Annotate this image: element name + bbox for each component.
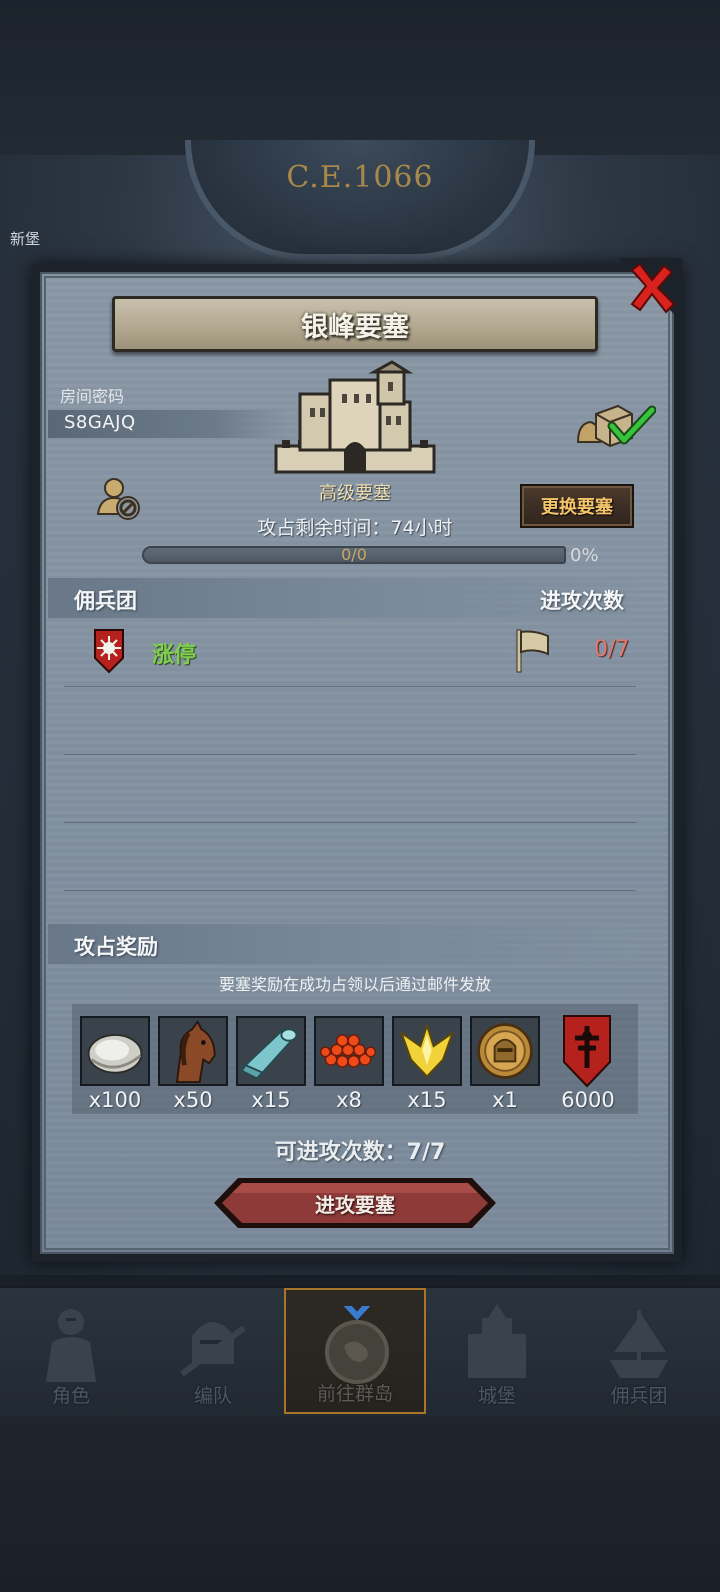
close-icon	[618, 258, 682, 322]
capture-progress-text: 0/0	[341, 545, 367, 564]
mercenary-name[interactable]: 涨停	[152, 637, 196, 669]
reward-item[interactable]	[560, 1014, 630, 1088]
mercenary-row-divider	[64, 822, 636, 823]
fortress-castle-icon	[274, 358, 436, 478]
map-side-label: 新堡	[10, 230, 41, 248]
reward-quantity: x8	[336, 1088, 362, 1112]
dialog-title: 银峰要塞	[112, 296, 598, 352]
nav-label: 角色	[51, 1385, 90, 1407]
close-button[interactable]	[618, 258, 682, 322]
reward-quantity: x100	[88, 1088, 142, 1112]
nav-label: 佣兵团	[610, 1385, 668, 1407]
era-year: C.E.1066	[286, 160, 434, 195]
room-code-label: 房间密码	[60, 387, 125, 406]
capture-progress-percent: 0%	[570, 545, 599, 566]
nav-item-castle[interactable]: 城堡	[426, 1288, 568, 1414]
reward-quantity: x15	[407, 1088, 447, 1112]
reward-quantity: x15	[251, 1088, 291, 1112]
reward-item[interactable]	[392, 1016, 462, 1086]
caviar-icon	[316, 1018, 382, 1084]
reward-item[interactable]	[470, 1016, 540, 1086]
user-block-icon[interactable]	[94, 474, 144, 524]
banner-shield-icon	[563, 1015, 611, 1088]
reward-quantity: x1	[492, 1088, 518, 1112]
knight-medal-icon	[472, 1018, 538, 1084]
nav-item-islands[interactable]: 前往群岛	[284, 1288, 426, 1414]
nav-item-mercenary[interactable]: 佣兵团	[568, 1288, 710, 1414]
bottom-band	[0, 1416, 720, 1592]
mercenary-header: 佣兵团	[74, 589, 137, 613]
reward-note: 要塞奖励在成功占领以后通过邮件发放	[218, 975, 491, 994]
ship-icon	[610, 1310, 668, 1378]
attack-count-header: 进攻次数	[540, 589, 624, 613]
castle-icon	[468, 1304, 526, 1378]
nav-item-formation[interactable]: 编队	[142, 1288, 284, 1414]
change-fortress-button[interactable]: 更换要塞	[520, 484, 634, 528]
mercenary-row-divider	[64, 686, 636, 687]
attack-flag-icon	[514, 628, 552, 674]
nav-label: 编队	[193, 1385, 232, 1407]
reward-item[interactable]	[80, 1016, 150, 1086]
cloth-roll-icon	[238, 1018, 304, 1084]
compass-icon	[325, 1306, 389, 1384]
helmet-icon	[180, 1322, 246, 1377]
reward-item[interactable]	[236, 1016, 306, 1086]
remaining-attacks: 可进攻次数：7/7	[274, 1140, 446, 1165]
reward-item[interactable]	[314, 1016, 384, 1086]
supply-check-icon[interactable]	[574, 402, 657, 452]
nav-label: 前往群岛	[316, 1383, 393, 1405]
reward-quantity: x50	[173, 1088, 213, 1112]
attack-fortress-label: 进攻要塞	[315, 1192, 395, 1217]
mercenary-row-divider	[64, 754, 636, 755]
horse-icon	[160, 1018, 226, 1084]
knight-icon	[46, 1309, 96, 1382]
oyster-icon	[82, 1018, 148, 1084]
reward-item[interactable]	[158, 1016, 228, 1086]
capture-time-remaining: 攻占剩余时间：74小时	[257, 517, 453, 539]
nav-label: 城堡	[477, 1385, 516, 1407]
nav-item-character[interactable]: 角色	[0, 1288, 142, 1414]
reward-header: 攻占奖励	[74, 935, 158, 959]
mercenary-row-divider	[64, 890, 636, 891]
mercenary-shield-icon	[93, 628, 125, 674]
fortress-tier: 高级要塞	[319, 483, 391, 504]
mercenary-attack-count: 0/7	[594, 637, 630, 662]
reward-quantity: 6000	[561, 1088, 615, 1112]
top-band	[0, 0, 720, 155]
room-code-value[interactable]: S8GAJQ	[64, 412, 136, 433]
golden-crown-icon	[394, 1018, 460, 1084]
